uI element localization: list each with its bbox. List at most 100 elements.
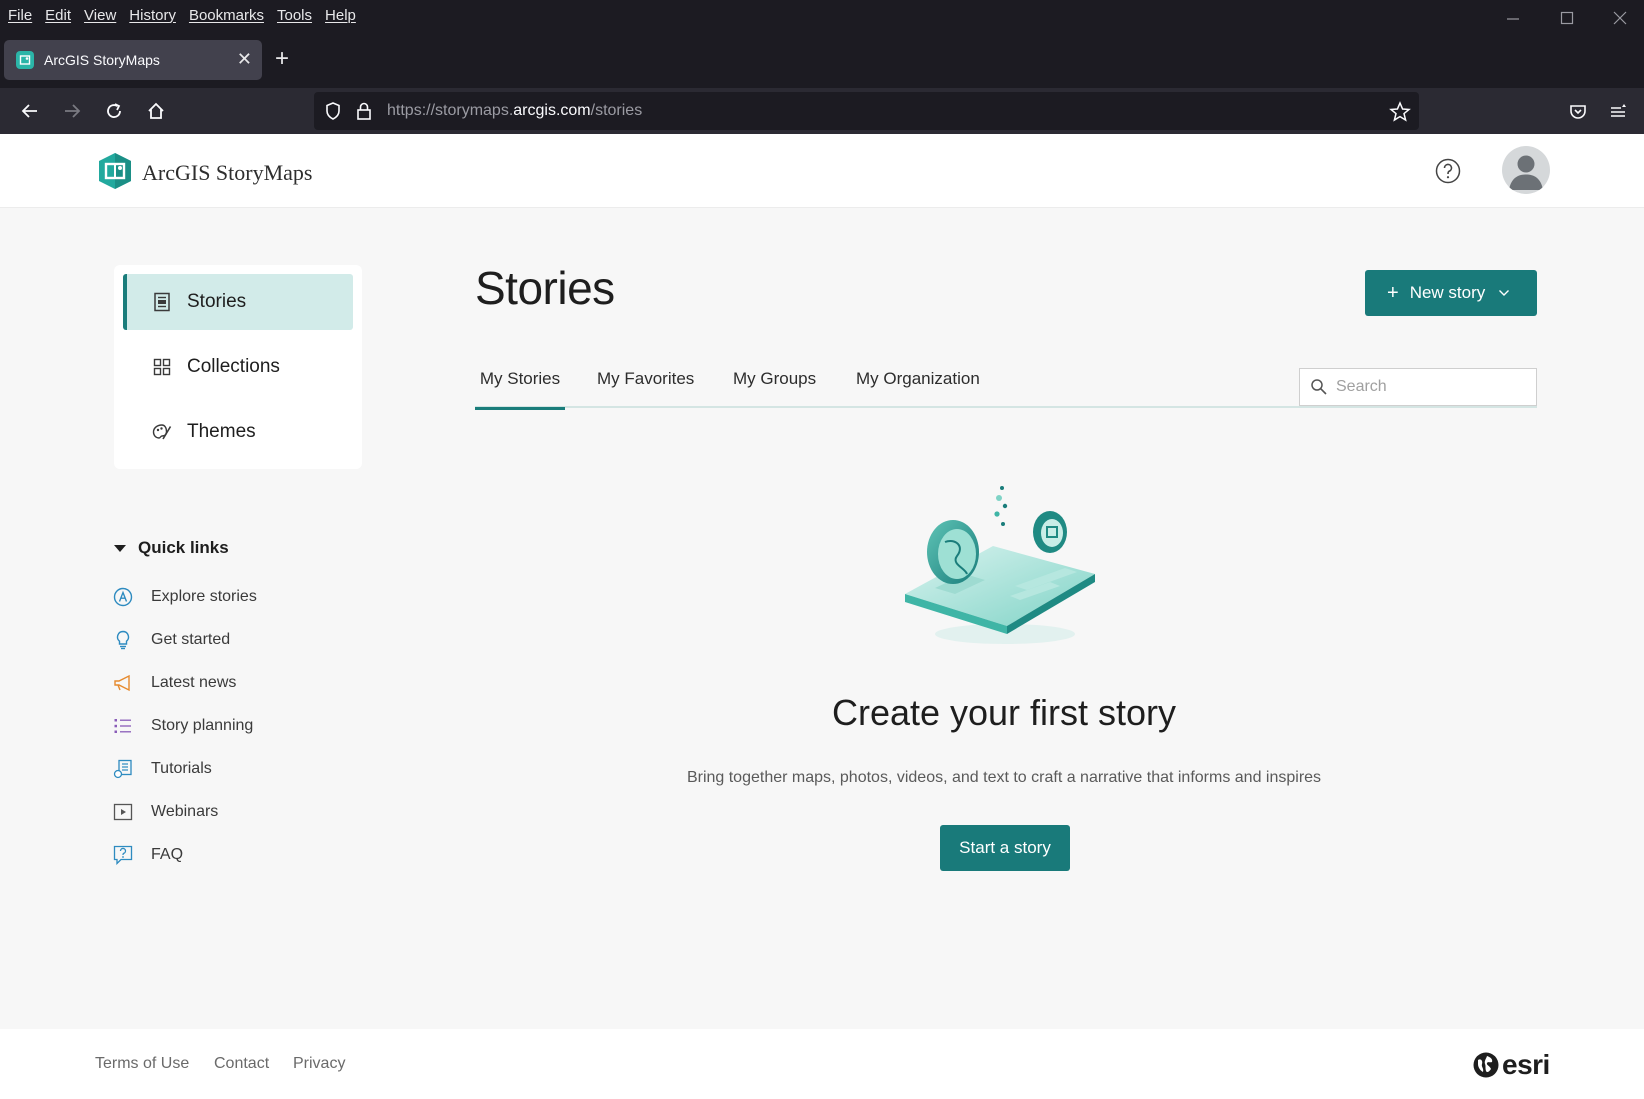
quick-links-list: Explore stories Get started Latest news …	[112, 575, 257, 876]
caret-down-icon	[114, 544, 126, 552]
app-header: ArcGIS StoryMaps	[0, 134, 1644, 208]
menu-help[interactable]: Help	[325, 7, 356, 24]
minimize-icon	[1507, 18, 1519, 20]
pocket-button[interactable]	[1563, 96, 1593, 126]
tutorial-icon	[112, 758, 134, 780]
quick-link-story-planning[interactable]: Story planning	[112, 704, 257, 747]
tab-strip: ArcGIS StoryMaps ✕ +	[0, 38, 1644, 84]
quick-link-faq[interactable]: FAQ	[112, 833, 257, 876]
plus-icon: +	[1387, 282, 1399, 304]
quick-link-explore-stories[interactable]: Explore stories	[112, 575, 257, 618]
maximize-button[interactable]	[1547, 6, 1587, 30]
new-tab-button[interactable]: +	[275, 44, 289, 74]
browser-tab[interactable]: ArcGIS StoryMaps ✕	[4, 40, 262, 80]
quick-links-title: Quick links	[138, 538, 229, 557]
quick-link-tutorials[interactable]: Tutorials	[112, 747, 257, 790]
tab-label: My Stories	[479, 368, 561, 388]
maximize-icon	[1560, 11, 1574, 25]
lightbulb-icon	[112, 629, 134, 651]
address-bar[interactable]: https://storymaps.arcgis.com/stories	[314, 92, 1419, 130]
user-avatar[interactable]	[1502, 146, 1550, 194]
lock-icon[interactable]	[354, 100, 374, 122]
grid-icon	[151, 356, 173, 378]
tab-close-icon[interactable]: ✕	[237, 49, 252, 69]
home-button[interactable]	[141, 96, 171, 126]
esri-brand-text: esri	[1502, 1049, 1550, 1080]
new-story-label: New story	[1409, 283, 1486, 302]
contact-link[interactable]: Contact	[214, 1055, 269, 1073]
quick-link-latest-news[interactable]: Latest news	[112, 661, 257, 704]
play-icon	[112, 801, 134, 823]
tab-my-favorites[interactable]: My Favorites	[597, 350, 694, 408]
sidebar-item-label: Collections	[187, 356, 280, 377]
menu-bar: File Edit View History Bookmarks Tools H…	[0, 0, 1644, 30]
forward-button[interactable]	[57, 96, 87, 126]
start-story-button[interactable]: Start a story	[940, 825, 1070, 871]
menu-file[interactable]: File	[8, 7, 32, 24]
app-menu-button[interactable]	[1603, 96, 1633, 126]
menu-view[interactable]: View	[84, 7, 116, 24]
sidebar-item-collections[interactable]: Collections	[123, 339, 353, 395]
reload-button[interactable]	[99, 96, 129, 126]
bookmark-star-icon[interactable]	[1389, 101, 1411, 123]
globe-icon	[1473, 1052, 1499, 1078]
sidebar-item-label: Themes	[187, 421, 256, 442]
help-icon[interactable]	[1435, 158, 1461, 184]
url-path: /stories	[590, 102, 643, 119]
empty-state-illustration	[905, 486, 1095, 644]
shield-icon[interactable]	[323, 101, 343, 121]
tab-label: My Organization	[856, 369, 980, 388]
arrow-left-icon	[21, 104, 37, 118]
quick-links-toggle[interactable]: Quick links	[114, 538, 229, 558]
storymaps-logo-icon[interactable]	[97, 152, 133, 190]
url-text[interactable]: https://storymaps.arcgis.com/stories	[387, 102, 642, 120]
palette-icon	[151, 421, 173, 443]
user-icon	[1509, 155, 1543, 190]
menu-tools[interactable]: Tools	[277, 7, 312, 24]
quick-link-webinars[interactable]: Webinars	[112, 790, 257, 833]
search-box[interactable]	[1299, 368, 1537, 406]
sidebar-item-stories[interactable]: Stories	[123, 274, 353, 330]
privacy-link[interactable]: Privacy	[293, 1055, 345, 1073]
esri-logo[interactable]: esri	[1472, 1049, 1550, 1081]
reload-icon	[107, 103, 121, 118]
menu-edit[interactable]: Edit	[45, 7, 71, 24]
storymaps-favicon-icon	[16, 51, 34, 69]
list-icon	[112, 715, 134, 737]
sidebar-nav: Stories Collections Themes	[114, 265, 362, 469]
menu-history[interactable]: History	[129, 7, 176, 24]
page-title: Stories	[475, 262, 615, 314]
sidebar-item-themes[interactable]: Themes	[123, 404, 353, 460]
home-icon	[148, 102, 164, 119]
sidebar-item-label: Stories	[187, 291, 247, 312]
menu-bookmarks[interactable]: Bookmarks	[189, 7, 264, 24]
quick-link-label: FAQ	[151, 845, 184, 863]
tab-my-organization[interactable]: My Organization	[856, 350, 980, 408]
minimize-button[interactable]	[1493, 6, 1533, 30]
new-story-button[interactable]: + New story	[1365, 270, 1537, 316]
tab-my-groups[interactable]: My Groups	[733, 350, 816, 408]
search-input[interactable]	[1336, 378, 1526, 396]
browser-chrome: File Edit View History Bookmarks Tools H…	[0, 0, 1644, 134]
quick-link-get-started[interactable]: Get started	[112, 618, 257, 661]
close-icon	[1613, 11, 1627, 25]
tab-title: ArcGIS StoryMaps	[44, 52, 160, 68]
close-window-button[interactable]	[1600, 6, 1640, 30]
main-area: Stories Collections Themes Quick links E…	[0, 208, 1644, 1029]
url-prefix: https://storymaps.	[387, 102, 514, 119]
menu-icon	[1611, 104, 1626, 117]
quick-link-label: Explore stories	[151, 587, 257, 605]
tab-label: My Favorites	[597, 369, 695, 388]
story-document-icon	[151, 291, 173, 313]
app-name[interactable]: ArcGIS StoryMaps	[142, 160, 313, 186]
tab-label: My Groups	[733, 369, 817, 388]
quick-link-label: Story planning	[151, 716, 254, 734]
quick-link-label: Latest news	[151, 673, 237, 691]
back-button[interactable]	[15, 96, 45, 126]
tab-my-stories[interactable]: My Stories	[475, 350, 565, 410]
navigation-bar: https://storymaps.arcgis.com/stories	[0, 88, 1644, 134]
quick-link-label: Get started	[151, 630, 231, 648]
megaphone-icon	[112, 672, 134, 694]
terms-link[interactable]: Terms of Use	[95, 1055, 189, 1073]
empty-state-title: Create your first story	[831, 692, 1177, 733]
